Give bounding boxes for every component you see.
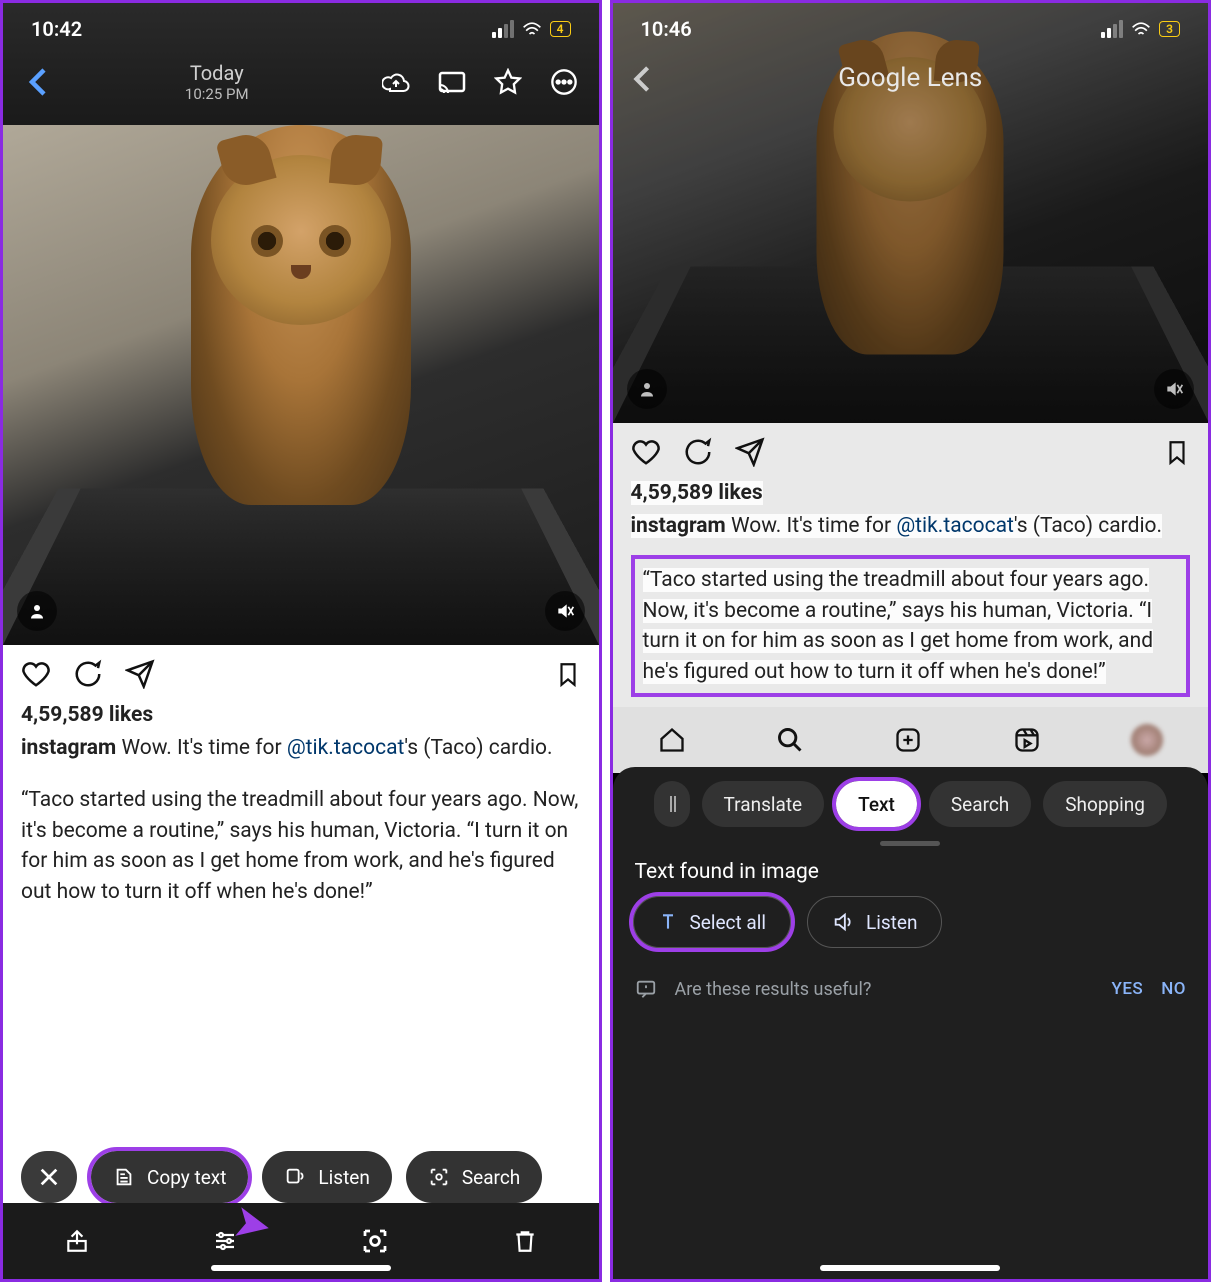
feedback-no[interactable]: NO — [1161, 979, 1186, 999]
likes-count: 4,59,589 likes — [631, 481, 1191, 505]
sheet-title: Text found in image — [613, 846, 1209, 896]
tune-icon[interactable] — [211, 1229, 239, 1253]
battery-indicator: 3 — [1159, 21, 1180, 37]
speaker-icon — [832, 911, 854, 933]
battery-indicator: 4 — [550, 21, 571, 37]
cellular-icon — [492, 20, 514, 38]
lens-action-row: Copy text Listen Search — [3, 1151, 599, 1203]
listen-button[interactable]: Listen — [262, 1151, 391, 1203]
comment-icon[interactable] — [683, 437, 713, 467]
status-time: 10:46 — [641, 17, 692, 41]
comment-icon[interactable] — [73, 659, 103, 689]
status-time: 10:42 — [31, 17, 82, 41]
favorite-star-icon[interactable] — [493, 67, 523, 97]
instagram-caption-panel: 4,59,589 likes instagram Wow. It's time … — [613, 423, 1209, 707]
lens-icon[interactable] — [360, 1226, 390, 1256]
cloud-upload-icon[interactable] — [381, 67, 411, 97]
instagram-caption-panel: 4,59,589 likes instagram Wow. It's time … — [3, 645, 599, 1279]
lens-bottom-sheet: Translate Text Search Shopping Text foun… — [613, 767, 1209, 1279]
post-caption: instagram Wow. It's time for @tik.tacoca… — [21, 733, 581, 763]
reels-icon[interactable] — [1013, 726, 1041, 754]
left-screenshot: 10:42 4 Today 10:25 PM — [0, 0, 602, 1282]
mode-text[interactable]: Text — [836, 781, 917, 827]
share-icon[interactable] — [64, 1226, 90, 1256]
close-lens-button[interactable] — [21, 1151, 77, 1203]
status-indicators: 4 — [492, 20, 571, 38]
search-button[interactable]: Search — [406, 1151, 542, 1203]
copy-text-icon — [113, 1166, 135, 1188]
feedback-yes[interactable]: YES — [1111, 979, 1143, 999]
mute-icon[interactable] — [545, 591, 585, 631]
wifi-icon — [522, 21, 542, 37]
listen-button[interactable]: Listen — [807, 896, 942, 948]
likes-count: 4,59,589 likes — [21, 703, 581, 727]
like-heart-icon[interactable] — [631, 437, 661, 467]
mute-icon[interactable] — [1154, 369, 1194, 409]
caption-mention[interactable]: @tik.tacocat — [896, 514, 1014, 538]
feedback-question: Are these results useful? — [675, 979, 872, 1000]
caption-username[interactable]: instagram — [631, 514, 726, 538]
lens-back-button[interactable] — [633, 65, 651, 93]
cellular-icon — [1101, 20, 1123, 38]
tagged-user-icon[interactable] — [627, 369, 667, 409]
lens-search-icon — [428, 1166, 450, 1188]
photo-time-subtitle: 10:25 PM — [53, 85, 381, 103]
mode-shopping[interactable]: Shopping — [1043, 781, 1167, 827]
new-post-icon[interactable] — [894, 726, 922, 754]
post-quote: “Taco started using the treadmill about … — [643, 568, 1154, 683]
delete-trash-icon[interactable] — [512, 1227, 538, 1255]
mode-search[interactable]: Search — [929, 781, 1031, 827]
lens-mode-row: Translate Text Search Shopping — [613, 767, 1209, 827]
back-button[interactable] — [23, 67, 53, 97]
cast-icon[interactable] — [437, 67, 467, 97]
home-icon[interactable] — [658, 726, 686, 754]
lens-title: Google Lens — [838, 63, 982, 93]
bookmark-icon[interactable] — [1164, 437, 1190, 467]
photo-preview[interactable] — [3, 125, 599, 645]
listen-icon — [284, 1166, 306, 1188]
mode-peek-left[interactable] — [654, 781, 690, 827]
text-select-icon — [658, 911, 678, 933]
like-heart-icon[interactable] — [21, 659, 51, 689]
share-send-icon[interactable] — [125, 659, 155, 689]
search-icon[interactable] — [776, 726, 804, 754]
select-all-button[interactable]: Select all — [633, 896, 792, 948]
mode-translate[interactable]: Translate — [702, 781, 825, 827]
profile-avatar[interactable] — [1131, 724, 1163, 756]
tagged-user-icon[interactable] — [17, 591, 57, 631]
right-screenshot: 10:46 3 Google Lens 4,5 — [610, 0, 1211, 1282]
share-send-icon[interactable] — [735, 437, 765, 467]
photo-date-title: Today — [53, 61, 381, 85]
wifi-icon — [1131, 21, 1151, 37]
post-quote: “Taco started using the treadmill about … — [21, 785, 581, 907]
lens-header: Google Lens — [613, 63, 1209, 93]
status-bar: 10:42 4 — [3, 3, 599, 55]
home-indicator[interactable] — [211, 1265, 391, 1271]
feedback-row: Are these results useful? YES NO — [613, 948, 1209, 1000]
caption-mention[interactable]: @tik.tacocat — [287, 736, 405, 760]
copy-text-button[interactable]: Copy text — [91, 1151, 248, 1203]
highlighted-quote-box: “Taco started using the treadmill about … — [631, 555, 1191, 697]
status-bar: 10:46 3 — [613, 3, 1209, 55]
home-indicator[interactable] — [820, 1265, 1000, 1271]
caption-username[interactable]: instagram — [21, 736, 116, 760]
status-indicators: 3 — [1101, 20, 1180, 38]
feedback-icon — [635, 978, 657, 1000]
more-menu-icon[interactable] — [549, 67, 579, 97]
instagram-bottom-nav — [613, 707, 1209, 773]
bookmark-icon[interactable] — [555, 659, 581, 689]
post-caption: instagram Wow. It's time for @tik.tacoca… — [631, 511, 1191, 541]
